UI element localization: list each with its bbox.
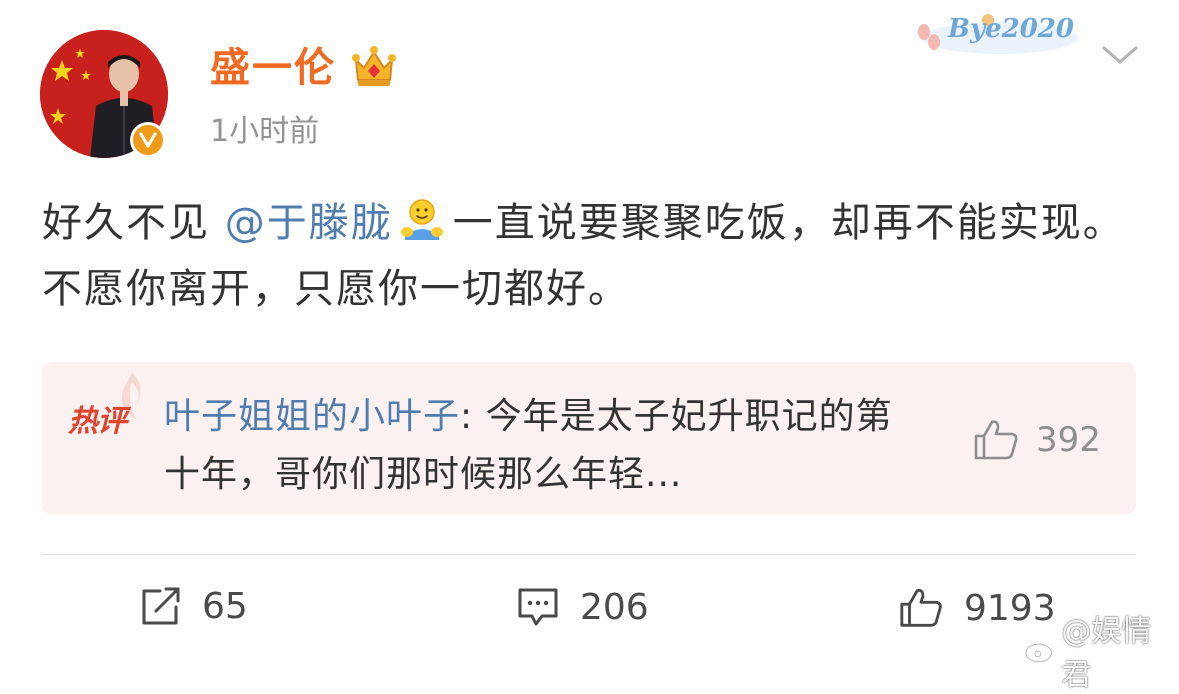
watermark-text: @娱情君 (1061, 614, 1152, 693)
hot-comment-like-count: 392 (1036, 420, 1101, 460)
commenter-name[interactable]: 叶子姐姐的小叶子 (164, 396, 460, 437)
divider (42, 554, 1136, 555)
post-content: 好久不见 @于滕胧 一直说要聚聚吃饭，却再不能实现。不愿你离开，只愿你一切都好。 (42, 190, 1142, 322)
comment-button[interactable]: 206 (516, 586, 649, 628)
weibo-logo-icon (1024, 638, 1055, 663)
chevron-down-icon[interactable] (1100, 44, 1140, 72)
verified-badge (130, 122, 166, 158)
hug-emoji-icon (399, 196, 445, 242)
post-time: 1小时前 (210, 114, 320, 149)
comment-count: 206 (580, 586, 649, 628)
hot-comment-like-button[interactable]: 392 (972, 418, 1101, 462)
verified-v-icon (133, 125, 163, 155)
repost-button[interactable]: 65 (140, 586, 248, 627)
hot-comment-label: 热评 (68, 404, 127, 439)
crown-icon[interactable] (350, 44, 398, 94)
comment-icon (518, 588, 558, 626)
badge-text: Bye2020 (948, 14, 1074, 44)
thumbs-up-icon (900, 588, 942, 627)
thumbs-up-icon (974, 420, 1018, 460)
content-text-start: 好久不见 (42, 200, 210, 246)
watermark: @娱情君 (1024, 606, 1179, 694)
hot-comment-card[interactable]: 热评 叶子姐姐的小叶子: 今年是太子妃升职记的第十年，哥你们那时候那么年轻...… (42, 362, 1136, 514)
hot-comment-text: 叶子姐姐的小叶子: 今年是太子妃升职记的第十年，哥你们那时候那么年轻... (164, 388, 924, 504)
comment-separator: : (460, 396, 486, 437)
repost-icon (142, 587, 180, 624)
mention-link[interactable]: @于滕胧 (225, 200, 393, 246)
username[interactable]: 盛一伦 (210, 42, 336, 94)
repost-count: 65 (202, 586, 248, 627)
